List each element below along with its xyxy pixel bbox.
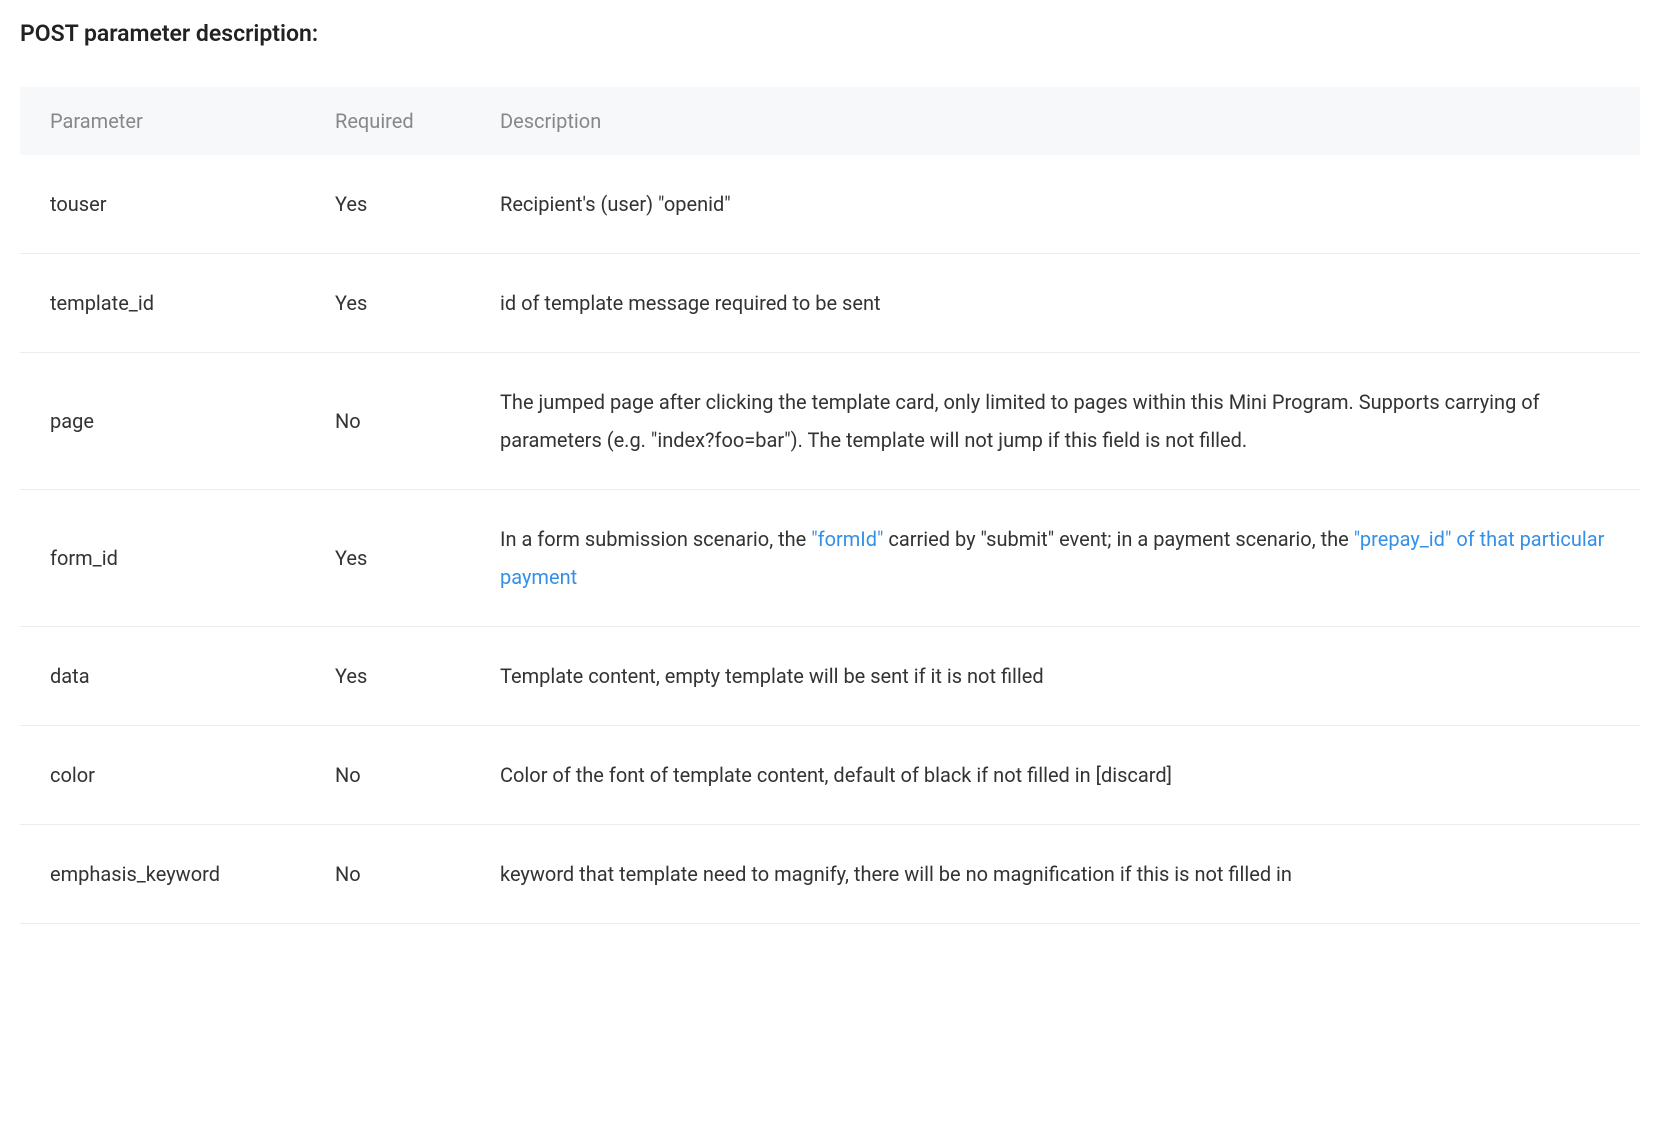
header-parameter: Parameter [20,87,305,155]
table-row: colorNo Color of the font of template con… [20,726,1640,825]
cell-parameter: emphasis_keyword [20,825,305,924]
description-text: id of template message required to be se… [500,291,881,315]
cell-required: Yes [305,254,470,353]
description-text: Template content, empty template will be… [500,664,1044,688]
parameter-table: Parameter Required Description touserYes… [20,87,1640,924]
cell-parameter: template_id [20,254,305,353]
cell-required: No [305,726,470,825]
table-header-row: Parameter Required Description [20,87,1640,155]
cell-description: The jumped page after clicking the templ… [470,353,1640,490]
description-text: In a form submission scenario, the [500,527,811,551]
cell-description: id of template message required to be se… [470,254,1640,353]
table-row: touserYes Recipient's (user) "openid" [20,155,1640,254]
cell-description: keyword that template need to magnify, t… [470,825,1640,924]
cell-parameter: form_id [20,490,305,627]
cell-parameter: touser [20,155,305,254]
header-description: Description [470,87,1640,155]
description-text: Recipient's (user) "openid" [500,192,731,216]
cell-required: No [305,825,470,924]
cell-required: Yes [305,155,470,254]
section-title: POST parameter description: [20,20,1640,47]
table-row: dataYes Template content, empty template … [20,627,1640,726]
table-row: template_idYes id of template message req… [20,254,1640,353]
description-text: The jumped page after clicking the templ… [500,390,1540,452]
table-row: emphasis_keywordNo keyword that template … [20,825,1640,924]
description-text: Color of the font of template content, d… [500,763,1172,787]
cell-required: No [305,353,470,490]
cell-description: Color of the font of template content, d… [470,726,1640,825]
description-link[interactable]: "formId" [811,527,883,551]
cell-required: Yes [305,490,470,627]
header-required: Required [305,87,470,155]
cell-description: In a form submission scenario, the "form… [470,490,1640,627]
description-text: keyword that template need to magnify, t… [500,862,1292,886]
table-row: form_idYesIn a form submission scenario,… [20,490,1640,627]
cell-parameter: page [20,353,305,490]
cell-parameter: color [20,726,305,825]
cell-parameter: data [20,627,305,726]
description-text: carried by "submit" event; in a payment … [883,527,1353,551]
cell-description: Recipient's (user) "openid" [470,155,1640,254]
table-row: pageNo The jumped page after clicking the… [20,353,1640,490]
cell-description: Template content, empty template will be… [470,627,1640,726]
cell-required: Yes [305,627,470,726]
